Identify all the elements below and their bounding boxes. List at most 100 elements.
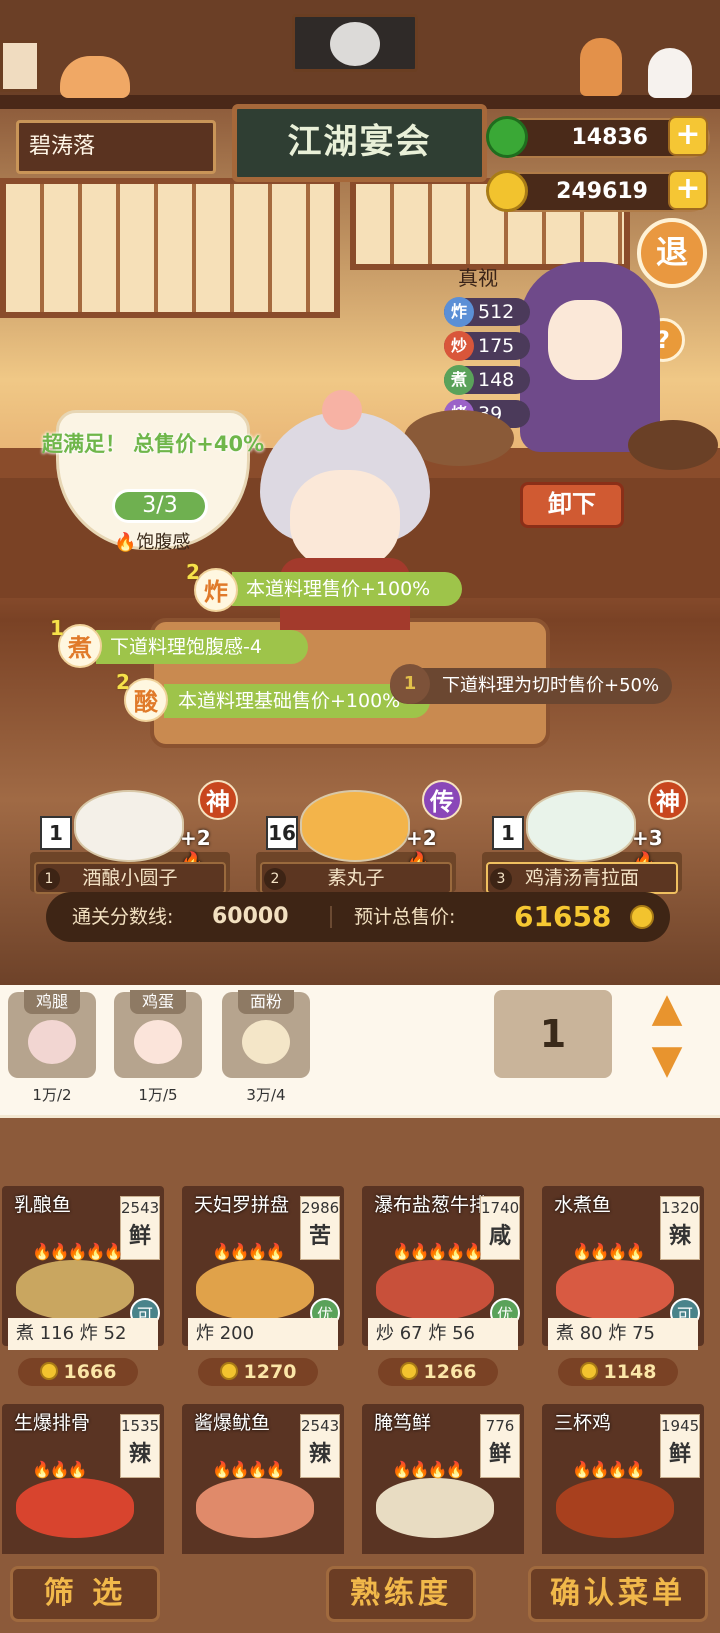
sale-value: 1666 [63,1361,117,1383]
bonus-num: 2 [116,670,130,694]
egg-icon [134,1020,182,1064]
quantity-down-button[interactable]: ▼ [642,1040,692,1080]
flame-rating: 🔥🔥🔥🔥 [392,1460,466,1479]
menu-card[interactable]: 三杯鸡 1945 鲜 🔥🔥🔥🔥 [542,1404,704,1554]
slot-label: 鸡清汤青拉面 [486,862,678,894]
filter-button[interactable]: 筛 选 [10,1566,160,1622]
taste: 辣 [128,1442,151,1467]
sale-price: 1666 [18,1358,138,1386]
menu-card[interactable]: 生爆排骨 1535 辣 🔥🔥🔥 [2,1404,164,1554]
plus-value: +2 [406,826,437,850]
flame-rating: 🔥🔥🔥🔥 [212,1460,286,1479]
dish-image [16,1260,134,1320]
boil-trait-icon: 煮 [58,624,102,668]
dish-image [376,1478,494,1538]
skill-requirements: 煮 116 炸 52 [8,1318,158,1350]
price-tag: 1535 辣 [120,1414,160,1478]
flame-icon: 🔥 [114,532,137,553]
satisfaction-text: 超满足！ 总售价+40% [42,432,265,456]
base-price: 2543 [301,1417,340,1435]
plus-value: +3 [632,826,663,850]
skill-requirements: 炒 67 炸 56 [368,1318,518,1350]
price-tag: 2543 鲜 [120,1196,160,1260]
coin-icon [39,1362,58,1380]
inactive-bonus-num: 1 [390,664,430,704]
flame-rating: 🔥🔥🔥🔥 [212,1242,286,1261]
menu-card[interactable]: 瀑布盐葱牛排 1740 咸 🔥🔥🔥🔥🔥 优 炒 67 炸 56 1266 [362,1186,524,1386]
fullness-label-wrap: 🔥饱腹感 [114,528,190,554]
fry-trait-icon: 炸 [194,568,238,612]
menu-card[interactable]: 乳酿鱼 2543 鲜 🔥🔥🔥🔥🔥 可 煮 116 炸 52 1666 [2,1186,164,1386]
menu-card[interactable]: 天妇罗拼盘 2986 苦 🔥🔥🔥🔥 优 炸 200 1270 [182,1186,344,1386]
unload-chef-button[interactable]: 卸下 [520,482,624,528]
slot-count: 1 [40,816,72,850]
menu-card[interactable]: 腌笃鲜 776 鲜 🔥🔥🔥🔥 [362,1404,524,1554]
slot-label: 酒酿小圆子 [34,862,226,894]
flame-rating: 🔥🔥🔥🔥 [572,1460,646,1479]
chef-stat-fry: 炸 512 [444,297,530,327]
coin-icon [486,170,528,212]
dish-image [196,1478,314,1538]
inactive-bonus-chip: 下道料理为切时售价+50% [390,668,672,704]
stat-value: 512 [478,301,515,323]
quantity-display[interactable]: 1 [494,990,612,1078]
base-price: 2986 [301,1199,340,1217]
ingredient-qty: 1万/5 [138,1086,178,1104]
add-jade-button[interactable]: + [668,116,708,156]
taste: 咸 [488,1224,511,1249]
menu-card[interactable]: 水煮鱼 1320 辣 🔥🔥🔥🔥 可 煮 80 炸 75 1148 [542,1186,704,1386]
sale-value: 1270 [243,1361,297,1383]
price-tag: 2986 苦 [300,1196,340,1260]
white-cat-figurine [648,48,692,98]
peach-ornament [322,390,362,430]
dish-image [556,1478,674,1538]
score-bar: 通关分数线: 60000 预计总售价: 61658 [46,892,670,942]
coin-icon [219,1362,238,1380]
ingredient-name: 面粉 [238,990,294,1014]
player-name: 碧涛落 [16,120,216,174]
taste: 辣 [308,1442,331,1467]
ingredient-qty: 1万/2 [32,1086,72,1104]
flour-sack-icon [242,1020,290,1064]
sour-trait-icon: 酸 [124,678,168,722]
chicken-leg-icon [28,1020,76,1064]
add-coin-button[interactable]: + [668,170,708,210]
proficiency-button[interactable]: 熟练度 [326,1566,476,1622]
customer-face [290,470,400,570]
fry-icon: 炸 [444,297,474,327]
base-price: 776 [485,1417,515,1435]
quantity-up-button[interactable]: ▲ [642,988,692,1028]
slot-count: 16 [266,816,298,850]
sale-value: 1148 [603,1361,657,1383]
ingredient-panel [0,985,720,1115]
event-title-sign: 江湖宴会 [232,104,487,182]
plus-value: +2 [180,826,211,850]
sale-price: 1266 [378,1358,498,1386]
bonus-text: 下道料理为切时售价+50% [442,675,660,696]
menu-card[interactable]: 酱爆鱿鱼 2543 辣 🔥🔥🔥🔥 [182,1404,344,1554]
dish-name: 腌笃鲜 [374,1412,432,1434]
bonus-chip-2: 下道料理饱腹感-4 [96,630,308,664]
sale-price: 1148 [558,1358,678,1386]
paw-sign [0,40,40,92]
dish-image [196,1260,314,1320]
chef-stat-stirfry: 炒 175 [444,331,530,361]
window-left [0,178,340,318]
stat-value: 175 [478,335,515,357]
raccoon-portrait [330,22,380,66]
chef-name: 真视 [458,266,498,290]
fullness-counter: 3/3 [112,489,208,523]
coin-icon [399,1362,418,1380]
dish-image [556,1260,674,1320]
threshold-label: 通关分数线: [72,906,174,928]
bonus-num: 2 [186,560,200,584]
bonus-chip-1: 本道料理售价+100% [232,572,462,606]
flame-rating: 🔥🔥🔥🔥🔥 [32,1242,124,1261]
exit-button[interactable]: 退 [637,218,707,288]
fullness-label: 饱腹感 [136,532,191,553]
skill-requirements: 炸 200 [188,1318,338,1350]
dish-image [74,790,184,862]
confirm-menu-button[interactable]: 确认菜单 [528,1566,708,1622]
taste: 辣 [668,1224,691,1249]
bonus-num: 1 [50,616,64,640]
